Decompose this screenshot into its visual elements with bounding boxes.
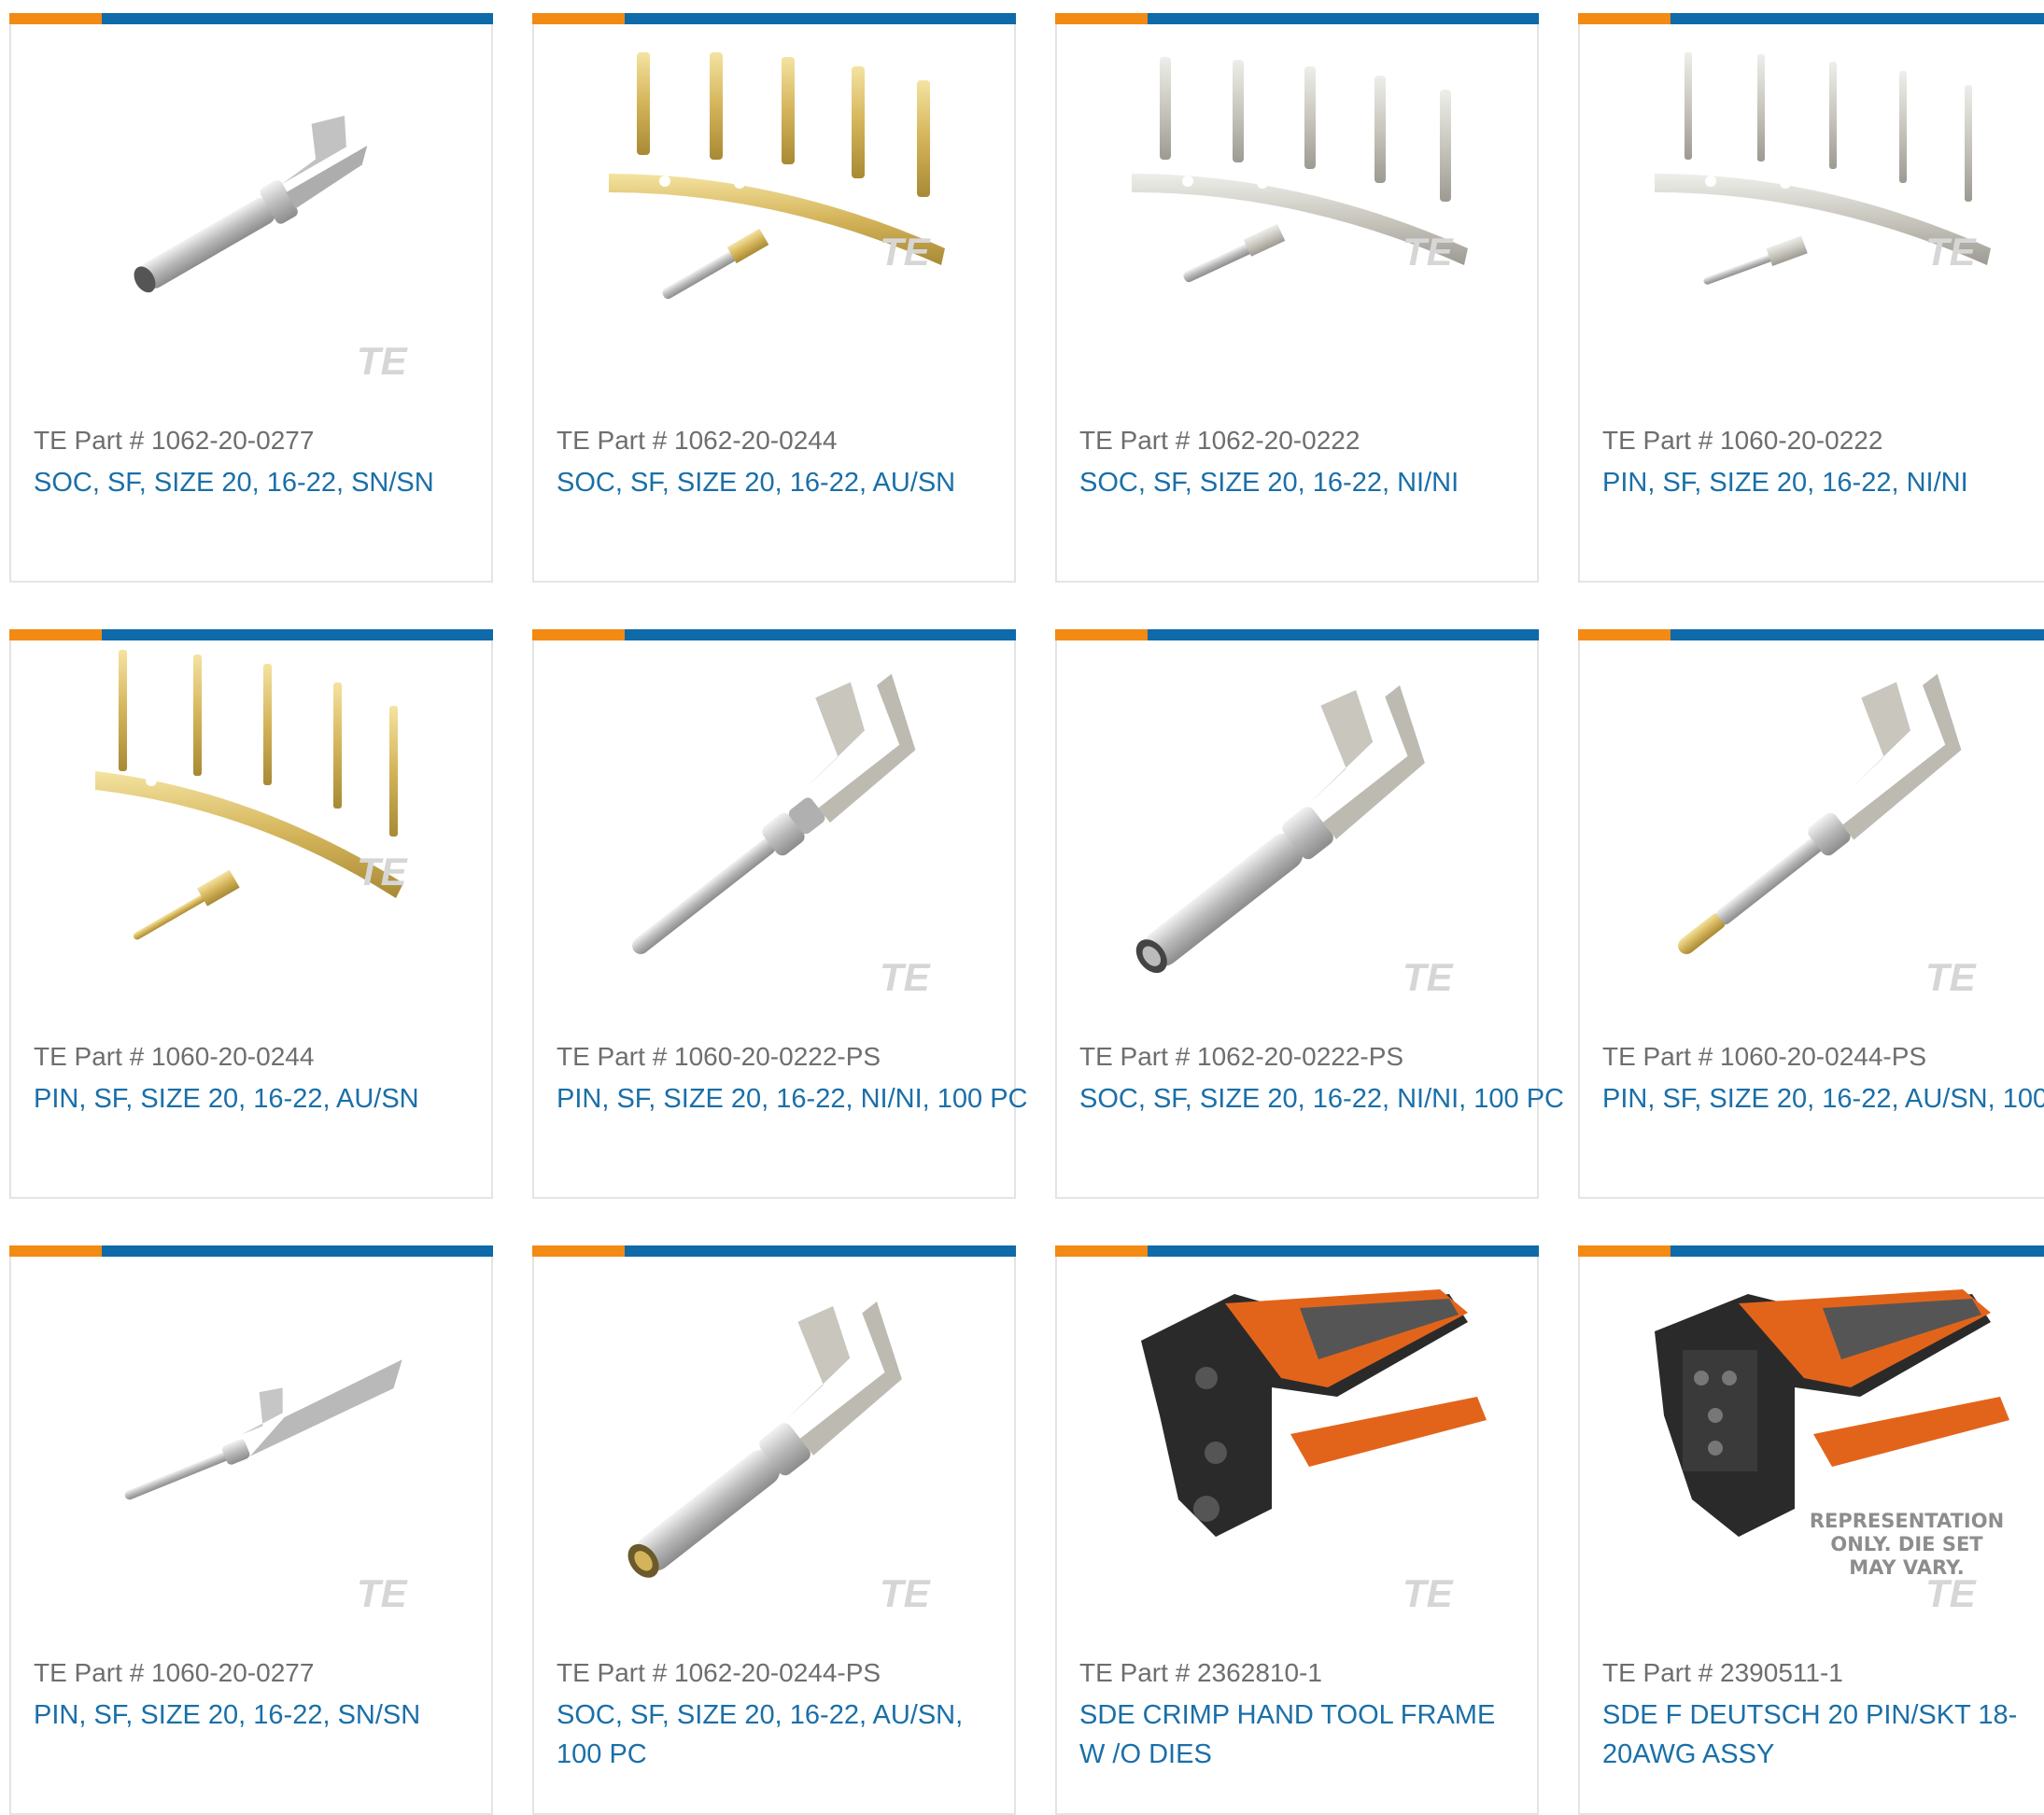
socket-contact-icon: TE: [134, 115, 409, 383]
product-image[interactable]: TE: [1057, 640, 1537, 1009]
part-number: TE Part # 1060-20-0244-PS: [1602, 1042, 1927, 1071]
card-accent-bar: [1055, 629, 1539, 640]
product-image[interactable]: TE: [534, 640, 1014, 1009]
card-accent-bar: [532, 1245, 1016, 1257]
product-image[interactable]: TE: [1057, 1257, 1537, 1625]
product-image[interactable]: TE: [1057, 24, 1537, 393]
card-accent-bar: [1578, 13, 2044, 24]
part-number: TE Part # 1062-20-0244-PS: [557, 1658, 881, 1687]
product-card[interactable]: TE TE Part # 1060-20-0222 PIN, SF, SIZE …: [1578, 13, 2044, 583]
part-number: TE Part # 1062-20-0244: [557, 426, 838, 455]
part-number: TE Part # 1060-20-0222-PS: [557, 1042, 881, 1071]
socket-strip-gold-icon: TE: [609, 52, 945, 300]
product-link[interactable]: SOC, SF, SIZE 20, 16-22, AU/SN, 100 PC: [557, 1695, 995, 1774]
product-image[interactable]: TE: [534, 1257, 1014, 1625]
product-card[interactable]: TE TE Part # 1062-20-0277 SOC, SF, SIZE …: [9, 13, 493, 583]
pin-contact-gold-tip-icon: TE: [1678, 673, 1978, 999]
product-link[interactable]: PIN, SF, SIZE 20, 16-22, SN/SN: [34, 1695, 472, 1735]
image-note-line: REPRESENTATION: [1810, 1510, 2004, 1532]
part-number: TE Part # 1060-20-0277: [34, 1658, 315, 1687]
card-accent-bar: [1055, 13, 1539, 24]
card-accent-bar: [532, 629, 1016, 640]
te-watermark: TE: [1925, 955, 1978, 999]
product-image[interactable]: TE: [1580, 24, 2044, 393]
te-watermark: TE: [1403, 1571, 1455, 1615]
pin-strip-nickel-icon: TE: [1655, 52, 1991, 285]
part-number: TE Part # 2390511-1: [1602, 1658, 1843, 1687]
product-link[interactable]: SOC, SF, SIZE 20, 16-22, NI/NI: [1079, 463, 1518, 502]
product-link[interactable]: PIN, SF, SIZE 20, 16-22, NI/NI, 100 PC: [557, 1079, 1027, 1119]
product-image[interactable]: TE: [1580, 640, 2044, 1009]
te-watermark: TE: [357, 339, 409, 383]
te-watermark: TE: [880, 955, 932, 999]
product-link[interactable]: PIN, SF, SIZE 20, 16-22, AU/SN: [34, 1079, 472, 1119]
pin-contact-small-icon: TE: [124, 1359, 409, 1615]
te-watermark: TE: [880, 230, 932, 274]
product-link[interactable]: SOC, SF, SIZE 20, 16-22, AU/SN: [557, 463, 995, 502]
card-accent-bar: [9, 629, 493, 640]
product-image[interactable]: TE: [11, 1257, 491, 1625]
product-link[interactable]: SOC, SF, SIZE 20, 16-22, NI/NI, 100 PC: [1079, 1079, 1564, 1119]
image-note-line: ONLY. DIE SET: [1830, 1533, 1983, 1555]
pin-strip-gold-icon: TE: [95, 650, 409, 940]
te-watermark: TE: [357, 1571, 409, 1615]
socket-contact-gold-icon: TE: [627, 1301, 932, 1615]
part-number: TE Part # 2362810-1: [1079, 1658, 1322, 1687]
part-number: TE Part # 1062-20-0222: [1079, 426, 1360, 455]
product-card[interactable]: TE REPRESENTATION ONLY. DIE SET MAY VARY…: [1578, 1245, 2044, 1815]
product-card[interactable]: TE TE Part # 1062-20-0244 SOC, SF, SIZE …: [532, 13, 1016, 583]
part-number: TE Part # 1062-20-0277: [34, 426, 315, 455]
product-image[interactable]: TE: [11, 24, 491, 393]
product-link[interactable]: SOC, SF, SIZE 20, 16-22, SN/SN: [34, 463, 472, 502]
crimp-tool-with-dies-icon: TE REPRESENTATION ONLY. DIE SET MAY VARY…: [1655, 1289, 2009, 1615]
crimp-tool-icon: TE: [1141, 1289, 1487, 1615]
product-link[interactable]: PIN, SF, SIZE 20, 16-22, AU/SN, 100 PC: [1602, 1079, 2044, 1119]
product-link[interactable]: PIN, SF, SIZE 20, 16-22, NI/NI: [1602, 463, 2041, 502]
product-card[interactable]: TE TE Part # 2362810-1 SDE CRIMP HAND TO…: [1055, 1245, 1539, 1815]
product-card[interactable]: TE TE Part # 1062-20-0222-PS SOC, SF, SI…: [1055, 629, 1564, 1199]
socket-strip-nickel-icon: TE: [1132, 57, 1468, 283]
image-note-line: MAY VARY.: [1849, 1556, 1964, 1579]
part-number: TE Part # 1060-20-0244: [34, 1042, 315, 1071]
te-watermark: TE: [1925, 230, 1978, 274]
product-link[interactable]: SDE CRIMP HAND TOOL FRAME W /O DIES: [1079, 1695, 1518, 1774]
te-watermark: TE: [1403, 955, 1455, 999]
product-image[interactable]: TE REPRESENTATION ONLY. DIE SET MAY VARY…: [1580, 1257, 2044, 1625]
te-watermark: TE: [880, 1571, 932, 1615]
product-card[interactable]: TE TE Part # 1060-20-0244-PS PIN, SF, SI…: [1578, 629, 2044, 1199]
card-accent-bar: [1578, 629, 2044, 640]
card-accent-bar: [532, 13, 1016, 24]
card-accent-bar: [9, 1245, 493, 1257]
product-image[interactable]: TE: [534, 24, 1014, 393]
product-card[interactable]: TE TE Part # 1060-20-0244 PIN, SF, SIZE …: [9, 629, 493, 1199]
pin-contact-icon: TE: [632, 673, 932, 999]
te-watermark: TE: [1403, 230, 1455, 274]
card-accent-bar: [1578, 1245, 2044, 1257]
part-number: TE Part # 1062-20-0222-PS: [1079, 1042, 1404, 1071]
card-accent-bar: [9, 13, 493, 24]
product-card[interactable]: TE TE Part # 1060-20-0277 PIN, SF, SIZE …: [9, 1245, 493, 1815]
product-image[interactable]: TE: [11, 640, 491, 1009]
product-card[interactable]: TE TE Part # 1060-20-0222-PS PIN, SF, SI…: [532, 629, 1027, 1199]
part-number: TE Part # 1060-20-0222: [1602, 426, 1883, 455]
product-card[interactable]: TE TE Part # 1062-20-0244-PS SOC, SF, SI…: [532, 1245, 1016, 1815]
te-watermark: TE: [357, 850, 409, 893]
product-link[interactable]: SDE F DEUTSCH 20 PIN/SKT 18-20AWG ASSY: [1602, 1695, 2041, 1774]
product-card[interactable]: TE TE Part # 1062-20-0222 SOC, SF, SIZE …: [1055, 13, 1539, 583]
card-accent-bar: [1055, 1245, 1539, 1257]
socket-contact-large-icon: TE: [1135, 685, 1455, 999]
